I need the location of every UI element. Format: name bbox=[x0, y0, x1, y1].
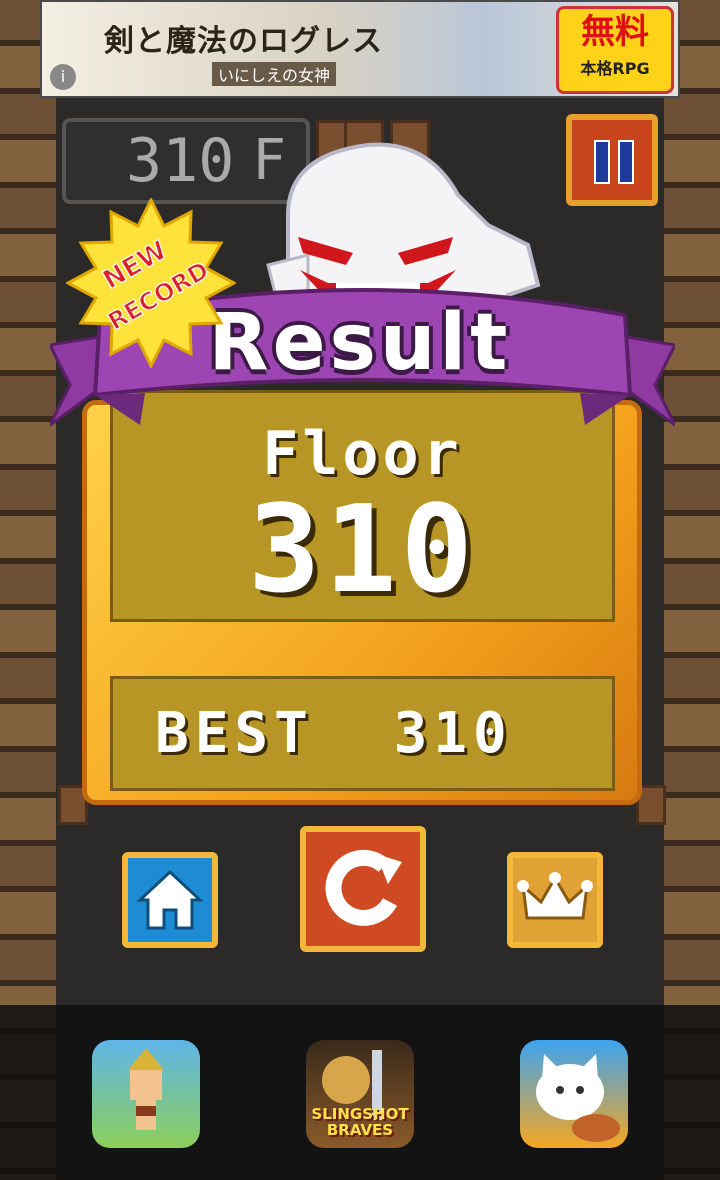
ad-badge-big: 無料 bbox=[581, 12, 649, 52]
best-value: 310 bbox=[393, 701, 513, 766]
pause-button[interactable] bbox=[566, 114, 658, 206]
cat-art bbox=[536, 1054, 620, 1142]
home-button[interactable] bbox=[122, 852, 218, 948]
best-score-area: BEST 310 bbox=[110, 676, 615, 791]
ad-badge-small: 本格RPG bbox=[580, 59, 650, 78]
new-record-badge: NEW RECORD bbox=[66, 198, 236, 368]
ad-title: 剣と魔法のログレス bbox=[104, 24, 383, 59]
cat-app-icon[interactable] bbox=[520, 1040, 628, 1148]
pause-icon bbox=[594, 140, 610, 184]
retry-icon bbox=[325, 849, 402, 926]
home-icon bbox=[136, 869, 204, 930]
slingshot-braves-app-icon[interactable]: SLINGSHOT BRAVES bbox=[306, 1040, 414, 1148]
pixel-hero-art bbox=[128, 1048, 164, 1130]
pixel-hero-app-icon[interactable] bbox=[92, 1040, 200, 1148]
ad-free-badge: 無料 本格RPG bbox=[556, 6, 674, 94]
app-caption-line2: BRAVES bbox=[326, 1121, 394, 1139]
app-caption-line1: SLINGSHOT bbox=[311, 1105, 409, 1123]
retry-button[interactable] bbox=[300, 826, 426, 952]
ad-banner[interactable]: 剣と魔法のログレス いにしえの女神 無料 本格RPG i bbox=[40, 0, 680, 98]
ranking-button[interactable] bbox=[507, 852, 603, 948]
floor-value: 310 bbox=[248, 481, 477, 620]
left-brick-wall bbox=[0, 0, 56, 1180]
right-brick-wall bbox=[664, 0, 720, 1180]
crown-icon bbox=[517, 872, 593, 920]
pause-icon-bar bbox=[618, 140, 634, 184]
ad-subtitle: いにしえの女神 bbox=[212, 62, 337, 86]
info-icon[interactable]: i bbox=[50, 64, 76, 90]
app-caption: SLINGSHOT BRAVES bbox=[306, 1106, 414, 1138]
best-label: BEST bbox=[155, 701, 314, 766]
floor-counter-value: 310 bbox=[126, 126, 235, 196]
